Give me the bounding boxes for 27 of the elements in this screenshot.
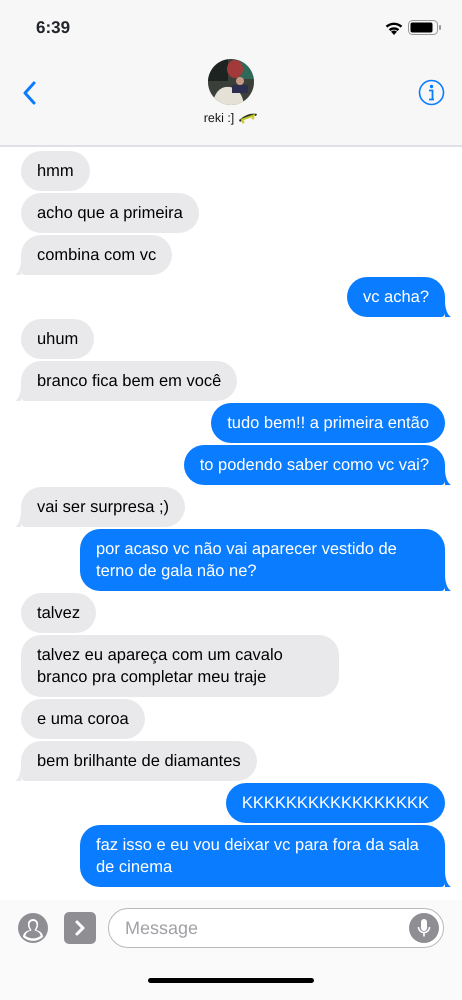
sent-message: faz isso e eu vou deixar vc para fora da sala de cinema bbox=[80, 825, 445, 887]
contact-icon[interactable] bbox=[18, 913, 48, 943]
sent-message: to podendo saber como vc vai? bbox=[184, 445, 445, 485]
skateboard-icon bbox=[238, 112, 258, 124]
received-message: combina com vc bbox=[21, 235, 172, 275]
sent-message: por acaso vc não vai aparecer vestido de terno de gala não ne? bbox=[80, 529, 445, 591]
microphone-icon[interactable] bbox=[409, 913, 439, 943]
received-message: vai ser surpresa ;) bbox=[21, 487, 186, 527]
sent-message: KKKKKKKKKKKKKKKKK bbox=[226, 783, 445, 823]
received-message: branco fica bem em você bbox=[21, 361, 238, 401]
sent-message: tudo bem!! a primeira então bbox=[211, 403, 445, 443]
received-message: talvez bbox=[21, 593, 96, 633]
sent-message: vc acha? bbox=[346, 277, 445, 317]
back-icon[interactable] bbox=[22, 81, 37, 105]
contact-name: reki :] bbox=[204, 110, 234, 127]
battery-icon bbox=[408, 20, 442, 35]
apps-expand-icon[interactable] bbox=[64, 912, 96, 944]
message-field[interactable]: Message bbox=[108, 908, 444, 948]
received-message: acho que a primeira bbox=[21, 193, 199, 233]
wifi-icon bbox=[384, 20, 404, 34]
received-message: talvez eu apareça com um cavalo branco pra completar meu traje bbox=[21, 635, 339, 697]
received-message: uhum bbox=[21, 319, 94, 359]
received-message: e uma coroa bbox=[21, 699, 145, 739]
status-time: 6:39 bbox=[36, 16, 70, 39]
received-message: bem brilhante de diamantes bbox=[21, 741, 257, 781]
info-icon[interactable] bbox=[418, 79, 445, 106]
received-message: hmm bbox=[21, 151, 90, 191]
